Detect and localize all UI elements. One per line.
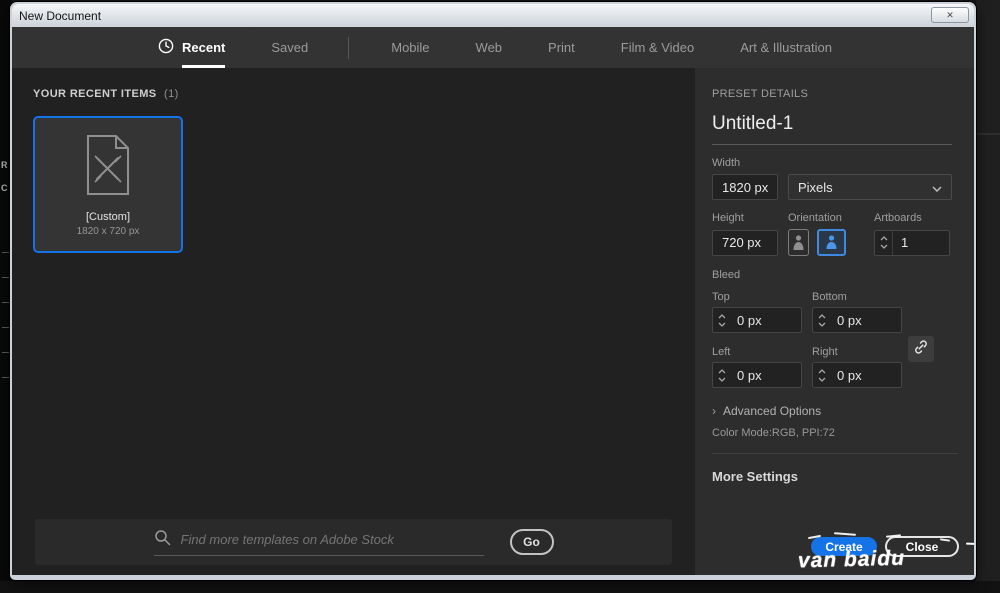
orientation-label: Orientation [788,212,842,224]
bleed-top-label: Top [712,291,730,303]
advanced-options-label: Advanced Options [723,404,822,418]
bleed-right-input[interactable]: 0 px [812,362,902,388]
document-name-field[interactable]: Untitled-1 [712,113,952,145]
bleed-right-value: 0 px [837,367,862,383]
tab-label: Print [548,40,575,55]
tab-label: Recent [182,40,226,55]
artboards-label: Artboards [874,212,922,224]
portrait-icon [792,232,805,254]
stock-search-box[interactable] [153,529,484,556]
ruler-tick [2,352,9,353]
bleed-right-label: Right [812,346,838,358]
ruler-tick [2,252,9,253]
recent-items-area: YOUR RECENT ITEMS (1) [Custom] 1820 x 72… [12,68,695,575]
advanced-options-toggle[interactable]: › Advanced Options [712,404,952,418]
bleed-bottom-input[interactable]: 0 px [812,307,902,333]
tab-separator [348,36,350,59]
preset-details-heading: PRESET DETAILS [712,88,809,100]
orientation-portrait-button[interactable] [788,229,809,256]
landscape-icon [825,233,838,253]
bleed-left-label: Left [712,346,731,358]
bleed-bottom-label: Bottom [812,291,847,303]
width-label: Width [712,157,741,169]
background-app-edge [976,0,1000,593]
new-document-dialog: New Document ✕ Recent Saved Mobile Web P… [10,2,976,580]
dialog-action-buttons: Create Close [811,536,959,557]
ruler-tick [2,302,9,303]
clock-icon [158,38,174,57]
height-label: Height [712,212,744,224]
width-value: 1820 px [722,179,769,195]
chain-link-icon [912,338,930,359]
bleed-top-input[interactable]: 0 px [712,307,802,333]
artboards-input[interactable]: 1 [892,230,949,255]
background-letter: C [1,183,8,193]
more-settings-link[interactable]: More Settings [712,469,952,484]
stock-search-input[interactable] [180,532,461,547]
orientation-landscape-button[interactable] [817,229,846,256]
recent-items-heading-text: YOUR RECENT ITEMS [33,88,157,100]
dialog-title: New Document [19,8,102,23]
close-icon: ✕ [946,9,954,20]
bleed-left-stepper[interactable] [713,368,730,382]
tab-label: Web [475,40,503,55]
color-mode-summary: Color Mode:RGB, PPI:72 [712,427,835,439]
template-name: [Custom] [85,211,130,223]
watermark-strike [965,542,974,548]
chevron-right-icon: › [712,404,716,418]
go-button[interactable]: Go [509,529,554,555]
preset-details-panel: PRESET DETAILS Untitled-1 Width 1820 px … [695,68,974,575]
background-app-edge [0,581,1000,593]
template-dimensions: 1820 x 720 px [76,226,140,237]
height-input[interactable]: 720 px [712,229,778,256]
recent-template-card[interactable]: [Custom] 1820 x 720 px [33,116,183,253]
adobe-stock-searchbar: Go [35,519,672,565]
ruler-tick [2,277,9,278]
bleed-right-stepper[interactable] [813,368,830,382]
tab-art-illustration[interactable]: Art & Illustration [740,27,832,68]
background-seam [976,133,1000,135]
bleed-left-input[interactable]: 0 px [712,362,802,388]
category-tabbar: Recent Saved Mobile Web Print Film & Vid… [12,27,974,68]
recent-items-count: (1) [164,88,179,100]
window-close-button[interactable]: ✕ [931,7,969,23]
width-input[interactable]: 1820 px [712,174,778,200]
tab-label: Saved [271,40,309,55]
ruler-tick [2,327,9,328]
tab-recent[interactable]: Recent [158,27,226,68]
chevron-down-icon [932,180,942,195]
dialog-titlebar[interactable]: New Document ✕ [12,4,974,27]
tab-label: Art & Illustration [740,40,832,55]
tab-print[interactable]: Print [548,27,575,68]
units-value: Pixels [798,179,833,195]
close-button[interactable]: Close [885,536,959,557]
tab-label: Film & Video [620,40,695,55]
create-button[interactable]: Create [811,537,877,556]
tab-mobile[interactable]: Mobile [391,27,429,68]
bleed-link-button[interactable] [908,335,934,362]
background-letter: R [1,160,8,170]
artboards-control: 1 [874,229,950,256]
panel-divider [712,453,958,454]
tab-label: Mobile [391,40,430,55]
tab-web[interactable]: Web [476,27,503,68]
tab-film-video[interactable]: Film & Video [621,27,694,68]
bleed-left-value: 0 px [737,367,762,383]
recent-items-heading: YOUR RECENT ITEMS (1) [33,88,695,100]
artboards-stepper[interactable] [875,236,892,249]
bleed-label: Bleed [712,269,741,281]
units-dropdown[interactable]: Pixels [788,174,952,200]
custom-document-icon [82,134,134,201]
ruler-tick [2,377,9,378]
search-icon [154,529,171,551]
bleed-top-stepper[interactable] [713,313,730,327]
bleed-bottom-value: 0 px [837,312,862,328]
tab-saved[interactable]: Saved [271,27,308,68]
bleed-bottom-stepper[interactable] [813,313,830,327]
bleed-top-value: 0 px [737,312,762,328]
height-value: 720 px [722,235,762,250]
